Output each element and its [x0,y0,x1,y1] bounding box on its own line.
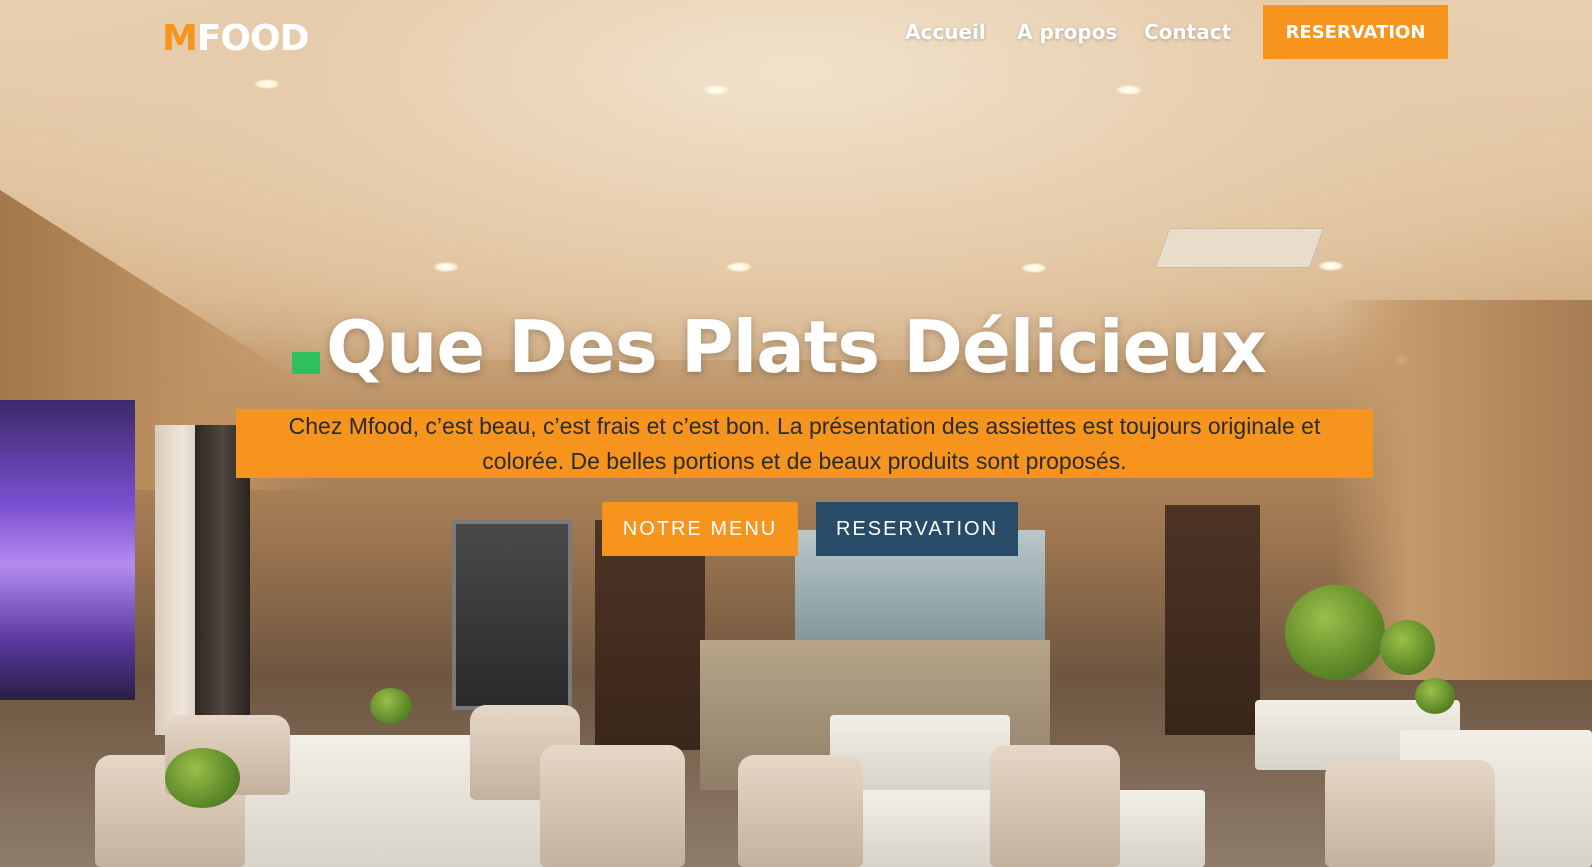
plant [1415,678,1455,714]
notre-menu-button[interactable]: NOTRE MENU [602,502,798,556]
hero-subtitle-box: Chez Mfood, c’est beau, c’est frais et c… [236,409,1373,478]
chair [990,745,1120,867]
ceiling-light [1318,261,1344,271]
wine-cabinet [452,520,572,710]
ceiling-light [254,79,280,89]
nav-link-contact[interactable]: Contact [1144,20,1231,44]
ceiling-vent [1154,228,1325,268]
plant [1285,585,1385,680]
logo[interactable]: MFOOD [162,18,310,59]
ceiling-light [1021,263,1047,273]
ceiling-light [726,262,752,272]
logo-text: FOOD [196,18,310,59]
ceiling-light [1116,85,1142,95]
nav-reservation-button[interactable]: RESERVATION [1263,5,1448,59]
plant [370,688,412,724]
nav-link-accueil[interactable]: Accueil [905,20,986,44]
door [1165,505,1260,735]
ceiling-light [703,85,729,95]
hero-subtitle: Chez Mfood, c’est beau, c’est frais et c… [288,412,1321,474]
hero-headline: Que Des Plats Délicieux [325,305,1267,389]
chair [738,755,863,867]
nav-link-a-propos[interactable]: A propos [1017,20,1117,44]
ceiling-light [433,262,459,272]
bar-area [0,400,135,700]
plant [1380,620,1435,675]
plant [165,748,240,808]
chair [540,745,685,867]
top-navigation: MFOOD Accueil A propos Contact RESERVATI… [0,0,1592,70]
hero-reservation-button[interactable]: RESERVATION [816,502,1018,556]
chair [1325,760,1495,867]
logo-letter-m: M [162,18,198,59]
